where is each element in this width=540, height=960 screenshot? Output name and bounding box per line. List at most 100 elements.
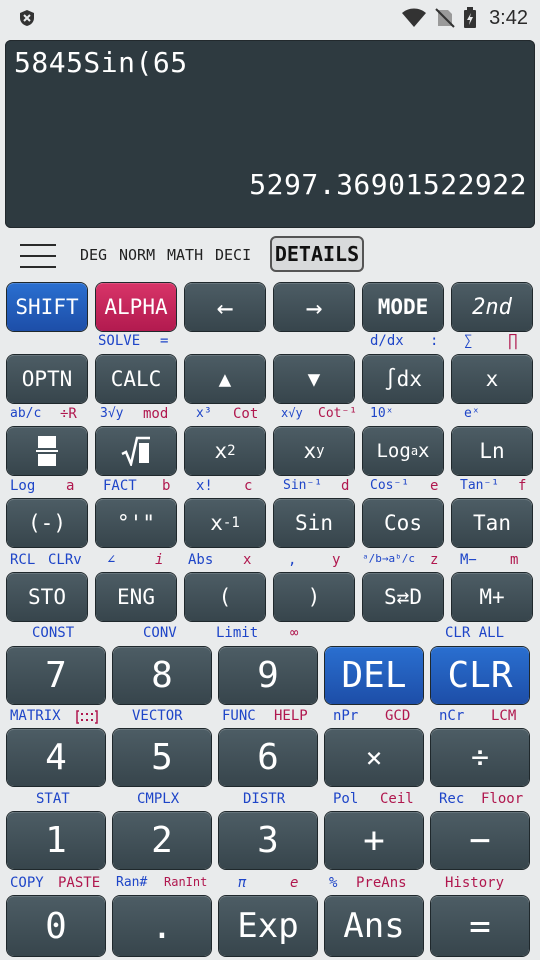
calculator-display: 5845Sin(65 5297.36901522922 xyxy=(5,40,535,228)
label-infinity: ∞ xyxy=(290,625,299,641)
label-paste: PASTE xyxy=(58,875,101,891)
label-log: Log xyxy=(10,478,36,494)
ans-key[interactable]: Ans xyxy=(325,896,423,956)
label-arccot: Cot⁻¹ xyxy=(318,406,358,421)
digit-1-key[interactable]: 1 xyxy=(7,812,105,869)
result-text: 5297.36901522922 xyxy=(249,168,527,201)
label-func: FUNC xyxy=(222,708,256,724)
cos-key[interactable]: Cos xyxy=(363,499,443,547)
label-m-minus: M− xyxy=(460,552,477,568)
mode-bar: DEG NORM MATH DECI DETAILS xyxy=(0,236,540,276)
wifi-icon xyxy=(402,8,427,27)
label-cube-root: 3√y xyxy=(100,406,124,421)
label-div-remainder: ÷R xyxy=(60,406,77,422)
label-distr: DISTR xyxy=(243,791,286,807)
cursor-left-key[interactable]: ← xyxy=(185,283,265,331)
label-var-f: f xyxy=(518,478,527,494)
label-var-a: a xyxy=(66,478,75,494)
integral-key[interactable]: ∫dx xyxy=(363,355,443,403)
digit-7-key[interactable]: 7 xyxy=(7,647,105,704)
label-imaginary: i xyxy=(155,552,164,568)
label-npr: nPr xyxy=(333,708,359,724)
ln-key[interactable]: Ln xyxy=(452,427,532,475)
digit-6-key[interactable]: 6 xyxy=(219,729,317,786)
negative-key[interactable]: (-) xyxy=(7,499,87,547)
s-to-d-key[interactable]: S⇄D xyxy=(363,573,443,621)
label-mixed-fraction: ᵃ/b→aᵇ/c xyxy=(362,552,415,565)
label-fraction: ab/c xyxy=(10,406,42,421)
close-paren-key[interactable]: ) xyxy=(274,573,354,621)
mode-output: DECI xyxy=(215,246,252,264)
digit-8-key[interactable]: 8 xyxy=(113,647,211,704)
label-matrix: MATRIX xyxy=(10,708,61,724)
digit-3-key[interactable]: 3 xyxy=(219,812,317,869)
sto-key[interactable]: STO xyxy=(7,573,87,621)
matrix-icon xyxy=(76,710,98,724)
equals-key[interactable]: = xyxy=(431,896,529,956)
plus-key[interactable]: + xyxy=(325,812,423,869)
tan-key[interactable]: Tan xyxy=(452,499,532,547)
label-random: Ran# xyxy=(116,875,148,890)
second-key[interactable]: 2nd xyxy=(452,283,532,331)
no-sim-icon xyxy=(435,8,455,28)
multiply-key[interactable]: × xyxy=(325,729,423,786)
del-key[interactable]: DEL xyxy=(325,647,423,704)
label-const: CONST xyxy=(32,625,75,641)
fraction-key[interactable] xyxy=(7,427,87,475)
label-euler: e xyxy=(290,875,299,891)
label-preans: PreAns xyxy=(356,875,407,891)
divide-key[interactable]: ÷ xyxy=(431,729,529,786)
label-var-x: x xyxy=(243,552,252,568)
label-ddx: d/dx xyxy=(370,333,404,349)
digit-5-key[interactable]: 5 xyxy=(113,729,211,786)
label-var-c: c xyxy=(244,478,253,494)
square-key[interactable]: x2 xyxy=(185,427,265,475)
sin-key[interactable]: Sin xyxy=(274,499,354,547)
hamburger-menu-icon[interactable] xyxy=(20,242,56,270)
open-paren-key[interactable]: ( xyxy=(185,573,265,621)
shield-icon xyxy=(20,10,34,26)
label-var-z: z xyxy=(430,552,439,568)
label-clr-all: CLR ALL xyxy=(445,625,505,641)
sqrt-key[interactable] xyxy=(96,427,176,475)
degree-key[interactable]: °'" xyxy=(96,499,176,547)
digit-9-key[interactable]: 9 xyxy=(219,647,317,704)
cursor-right-key[interactable]: → xyxy=(274,283,354,331)
label-clrv: CLRv xyxy=(48,552,82,568)
optn-key[interactable]: OPTN xyxy=(7,355,87,403)
details-button[interactable]: DETAILS xyxy=(270,236,364,272)
m-plus-key[interactable]: M+ xyxy=(452,573,532,621)
cursor-up-key[interactable]: ▲ xyxy=(185,355,265,403)
power-key[interactable]: xy xyxy=(274,427,354,475)
minus-key[interactable]: − xyxy=(431,812,529,869)
label-arcsin: Sin⁻¹ xyxy=(283,478,323,493)
alpha-key[interactable]: ALPHA xyxy=(96,283,176,331)
label-colon: : xyxy=(430,333,439,349)
log-base-key[interactable]: Log a x xyxy=(363,427,443,475)
exp-key[interactable]: Exp xyxy=(219,896,317,956)
label-ncr: nCr xyxy=(439,708,465,724)
label-arctan: Tan⁻¹ xyxy=(460,478,500,493)
eng-key[interactable]: ENG xyxy=(96,573,176,621)
reciprocal-key[interactable]: x -1 xyxy=(185,499,265,547)
label-ten-power: 10ˣ xyxy=(370,406,394,421)
label-history: History xyxy=(445,875,505,891)
shift-key[interactable]: SHIFT xyxy=(7,283,87,331)
label-var-m: m xyxy=(510,552,519,568)
expression-text[interactable]: 5845Sin(65 xyxy=(14,46,188,79)
digit-0-key[interactable]: 0 xyxy=(7,896,105,956)
label-ceil: Ceil xyxy=(380,791,414,807)
label-abs: Abs xyxy=(188,552,214,568)
calc-key[interactable]: CALC xyxy=(96,355,176,403)
decimal-point-key[interactable]: . xyxy=(113,896,211,956)
label-cot: Cot xyxy=(233,406,259,422)
digit-2-key[interactable]: 2 xyxy=(113,812,211,869)
clr-key[interactable]: CLR xyxy=(431,647,529,704)
variable-x-key[interactable]: x xyxy=(452,355,532,403)
mode-key[interactable]: MODE xyxy=(363,283,443,331)
cursor-down-key[interactable]: ▼ xyxy=(274,355,354,403)
status-bar: 3:42 xyxy=(0,0,540,36)
label-var-d: d xyxy=(341,478,350,494)
label-limit: Limit xyxy=(216,625,259,641)
digit-4-key[interactable]: 4 xyxy=(7,729,105,786)
